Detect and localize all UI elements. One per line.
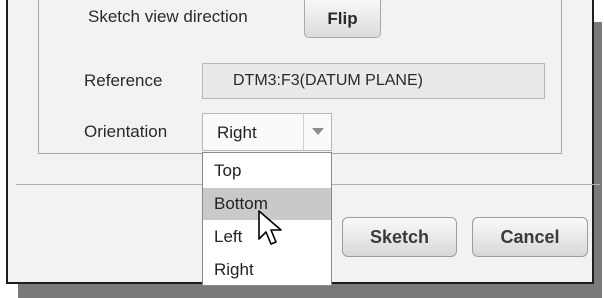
sketch-button[interactable]: Sketch <box>342 217 457 257</box>
orientation-select[interactable]: Right <box>202 113 332 151</box>
orientation-selected-value: Right <box>217 123 257 142</box>
orientation-label: Orientation <box>84 122 168 141</box>
sketch-view-direction-label: Sketch view direction <box>88 7 248 26</box>
reference-value: DTM3:F3(DATUM PLANE) <box>233 72 423 89</box>
chevron-down-icon[interactable] <box>303 114 331 150</box>
cancel-button[interactable]: Cancel <box>472 217 588 257</box>
flip-button[interactable]: Flip <box>304 0 381 38</box>
dropdown-option-top[interactable]: Top <box>203 155 331 187</box>
reference-label: Reference <box>84 71 163 90</box>
mouse-pointer-icon <box>258 210 282 245</box>
reference-field[interactable]: DTM3:F3(DATUM PLANE) <box>202 63 545 99</box>
dropdown-option-right[interactable]: Right <box>203 254 331 286</box>
